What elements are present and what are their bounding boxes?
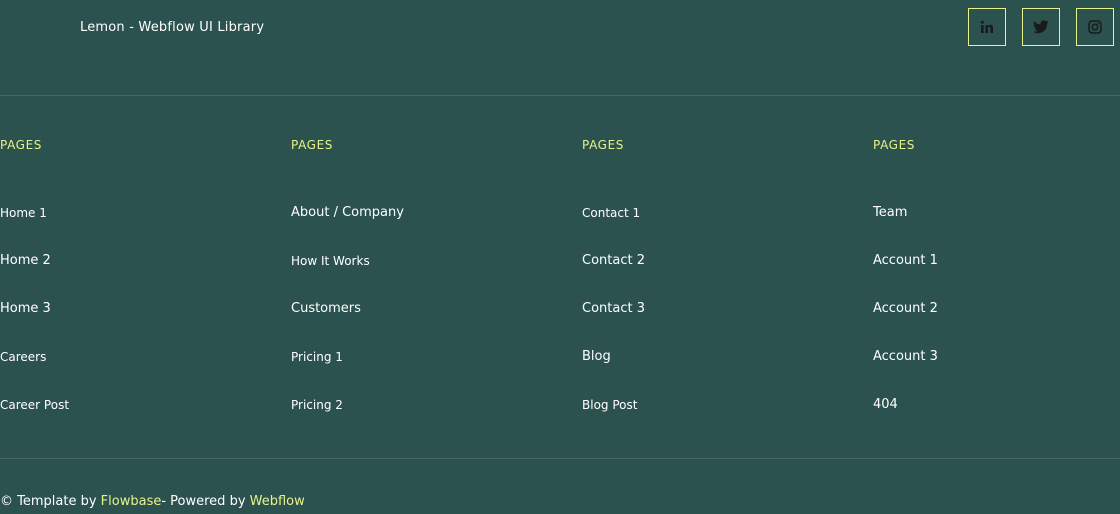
link-team[interactable]: Team (873, 205, 907, 220)
link-pricing-2[interactable]: Pricing 2 (291, 398, 343, 412)
twitter-icon (1033, 20, 1049, 34)
link-careers[interactable]: Careers (0, 350, 46, 364)
column-heading: PAGES (291, 138, 333, 152)
bottom-divider (0, 458, 1120, 459)
linkedin-icon (980, 20, 993, 33)
link-account-3[interactable]: Account 3 (873, 349, 938, 364)
top-divider (0, 95, 1120, 96)
link-pricing-1[interactable]: Pricing 1 (291, 350, 343, 364)
column-heading: PAGES (0, 138, 42, 152)
link-how-it-works[interactable]: How It Works (291, 254, 370, 268)
social-links (968, 8, 1114, 46)
brand-link[interactable]: Lemon - Webflow UI Library (80, 20, 264, 35)
link-home-1[interactable]: Home 1 (0, 206, 47, 220)
credit-prefix: © Template by (0, 494, 101, 509)
linkedin-button[interactable] (968, 8, 1006, 46)
link-contact-2[interactable]: Contact 2 (582, 253, 645, 268)
link-404[interactable]: 404 (873, 397, 898, 412)
link-contact-3[interactable]: Contact 3 (582, 301, 645, 316)
column-heading: PAGES (873, 138, 915, 152)
link-about-company[interactable]: About / Company (291, 205, 404, 220)
webflow-link[interactable]: Webflow (250, 494, 305, 509)
link-customers[interactable]: Customers (291, 301, 361, 316)
footer-credit: © Template by Flowbase- Powered by Webfl… (0, 494, 305, 509)
instagram-icon (1088, 20, 1102, 34)
footer-page: Lemon - Webflow UI Library PAGES Home 1 (0, 0, 1120, 514)
link-career-post[interactable]: Career Post (0, 398, 69, 412)
instagram-button[interactable] (1076, 8, 1114, 46)
flowbase-link[interactable]: Flowbase (101, 494, 162, 509)
link-home-2[interactable]: Home 2 (0, 253, 51, 268)
column-heading: PAGES (582, 138, 624, 152)
link-account-2[interactable]: Account 2 (873, 301, 938, 316)
link-account-1[interactable]: Account 1 (873, 253, 938, 268)
link-blog[interactable]: Blog (582, 349, 611, 364)
link-home-3[interactable]: Home 3 (0, 301, 51, 316)
credit-middle: - Powered by (161, 494, 250, 509)
twitter-button[interactable] (1022, 8, 1060, 46)
link-contact-1[interactable]: Contact 1 (582, 206, 640, 220)
link-blog-post[interactable]: Blog Post (582, 398, 637, 412)
